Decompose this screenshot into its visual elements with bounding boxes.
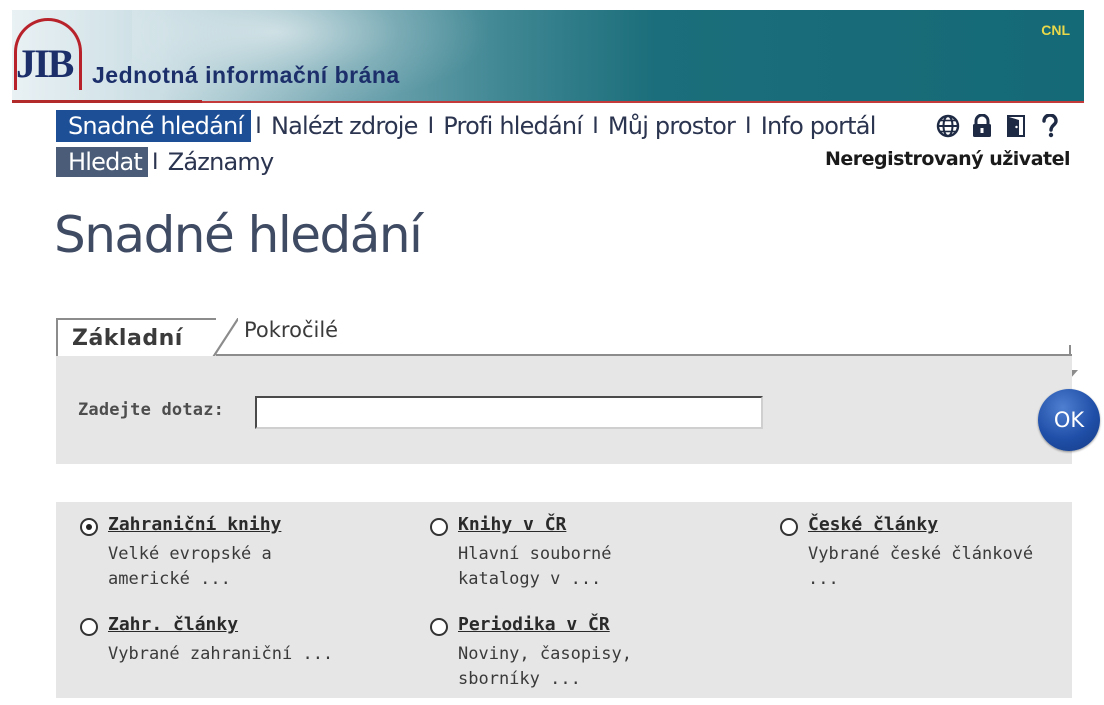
sub-navigation: Hledat I Záznamy <box>56 147 279 177</box>
ok-button[interactable]: OK <box>1038 389 1100 451</box>
nav-separator: I <box>745 113 751 139</box>
nav-separator: I <box>592 113 598 139</box>
help-icon[interactable] <box>1036 112 1064 140</box>
globe-icon[interactable] <box>934 112 962 140</box>
source-radio[interactable] <box>430 618 448 636</box>
page-title: Snadné hledání <box>54 206 423 264</box>
source-description: Hlavní souborné katalogy v ... <box>458 544 612 589</box>
user-status: Neregistrovaný uživatel <box>825 148 1071 170</box>
source-description: Vybrané zahraniční ... <box>108 644 334 664</box>
nav-easy-search[interactable]: Snadné hledání <box>56 110 252 142</box>
source-description: Vybrané české článkové ... <box>808 544 1034 589</box>
nav-separator: I <box>255 113 261 139</box>
source-title[interactable]: České články <box>808 514 938 535</box>
query-label: Zadejte dotaz: <box>78 400 225 420</box>
header-divider-accent <box>12 100 202 103</box>
nav-separator: I <box>427 113 434 139</box>
toolbar-icons <box>934 112 1064 140</box>
subnav-search[interactable]: Hledat <box>56 147 149 177</box>
jib-logo[interactable]: JIB <box>14 18 82 94</box>
tab-basic[interactable]: Základní <box>56 318 238 358</box>
query-input[interactable] <box>255 396 763 429</box>
source-description: Velké evropské a americké ... <box>108 544 272 589</box>
source-radio[interactable] <box>80 518 98 536</box>
org-label: CNL <box>1041 22 1070 38</box>
nav-pro-search[interactable]: Profi hledání <box>437 110 588 142</box>
source-radio[interactable] <box>80 618 98 636</box>
nav-my-space[interactable]: Můj prostor <box>602 110 741 142</box>
source-description: Noviny, časopisy, sborníky ... <box>458 644 632 689</box>
subnav-records[interactable]: Záznamy <box>162 147 280 177</box>
source-title[interactable]: Zahraniční knihy <box>108 514 281 535</box>
source-title[interactable]: Zahr. články <box>108 614 238 635</box>
subnav-separator: I <box>152 149 158 175</box>
exit-door-icon[interactable] <box>1002 112 1030 140</box>
nav-find-resources[interactable]: Nalézt zdroje <box>265 110 424 142</box>
source-title[interactable]: Knihy v ČR <box>458 514 566 535</box>
logo-text: JIB <box>16 41 74 86</box>
source-title[interactable]: Periodika v ČR <box>458 614 610 635</box>
main-navigation: Snadné hledání I Nalézt zdroje I Profi h… <box>56 110 882 142</box>
nav-info-portal[interactable]: Info portál <box>755 110 882 142</box>
site-name: Jednotná informační brána <box>92 62 400 88</box>
source-radio[interactable] <box>430 518 448 536</box>
tab-basic-label: Základní <box>72 326 183 351</box>
tab-advanced[interactable]: Pokročilé <box>244 318 338 342</box>
source-radio[interactable] <box>780 518 798 536</box>
lock-icon[interactable] <box>968 112 996 140</box>
